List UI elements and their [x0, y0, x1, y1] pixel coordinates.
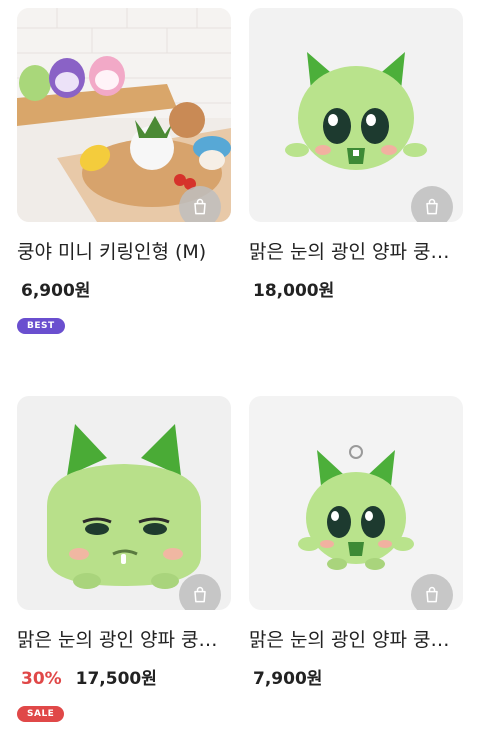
add-to-cart-button[interactable] — [411, 186, 453, 222]
product-card[interactable]: 맑은 눈의 광인 양파 쿵야 인형 30% 17,500원 SALE — [17, 396, 231, 722]
product-price: 17,500원 — [75, 669, 157, 689]
price-row: 7,900원 — [249, 668, 463, 690]
shopping-bag-icon — [194, 198, 206, 215]
product-name[interactable]: 맑은 눈의 광인 양파 쿵야 말랑 쿠션 — [249, 240, 454, 264]
product-image[interactable] — [249, 396, 463, 610]
product-image[interactable] — [17, 396, 231, 610]
shopping-bag-icon — [426, 198, 438, 215]
product-name[interactable]: 맑은 눈의 광인 양파 쿵야 키링 — [249, 628, 454, 652]
product-name[interactable]: 쿵야 미니 키링인형 (M) — [17, 240, 222, 264]
price-row: 18,000원 — [249, 280, 463, 302]
shopping-bag-icon — [426, 586, 438, 603]
shopping-bag-icon — [194, 586, 206, 603]
add-to-cart-button[interactable] — [411, 574, 453, 610]
product-image[interactable] — [17, 8, 231, 222]
add-to-cart-button[interactable] — [179, 574, 221, 610]
product-price: 7,900원 — [253, 669, 323, 689]
price-row: 6,900원 — [17, 280, 231, 302]
add-to-cart-button[interactable] — [179, 186, 221, 222]
best-badge: BEST — [17, 318, 65, 334]
product-card[interactable]: 쿵야 미니 키링인형 (M) 6,900원 BEST — [17, 8, 231, 334]
product-price: 6,900원 — [21, 281, 91, 301]
discount-rate: 30% — [21, 669, 62, 689]
sale-badge: SALE — [17, 706, 65, 722]
product-card[interactable]: 맑은 눈의 광인 양파 쿵야 키링 7,900원 — [249, 396, 463, 690]
product-image[interactable] — [249, 8, 463, 222]
product-name[interactable]: 맑은 눈의 광인 양파 쿵야 인형 — [17, 628, 222, 652]
product-card[interactable]: 맑은 눈의 광인 양파 쿵야 말랑 쿠션 18,000원 — [249, 8, 463, 302]
product-price: 18,000원 — [253, 281, 335, 301]
product-grid: 쿵야 미니 키링인형 (M) 6,900원 BEST 맑은 눈의 광인 양파 쿵… — [0, 0, 480, 732]
price-row: 30% 17,500원 — [17, 668, 231, 690]
